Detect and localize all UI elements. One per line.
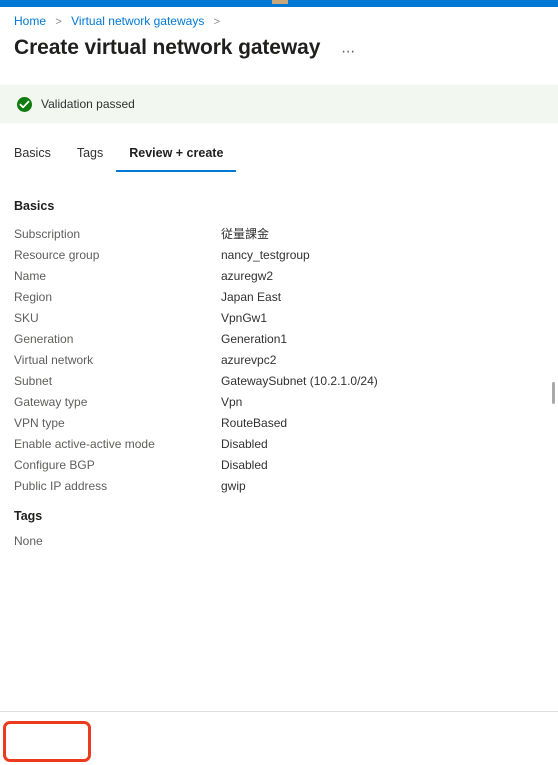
summary-value: Japan East: [221, 289, 282, 304]
summary-row: SKU VpnGw1: [14, 307, 534, 328]
basics-section-heading: Basics: [14, 199, 55, 213]
breadcrumb-item-home[interactable]: Home: [14, 14, 46, 28]
summary-row: Generation Generation1: [14, 328, 534, 349]
summary-key: Subscription: [14, 226, 81, 241]
summary-value: Generation1: [221, 331, 288, 346]
vertical-scrollbar[interactable]: [549, 7, 558, 765]
summary-value: RouteBased: [221, 415, 288, 430]
validation-banner: Validation passed: [0, 85, 558, 123]
summary-key: Region: [14, 289, 53, 304]
breadcrumb-separator-icon-2: >: [213, 16, 221, 28]
summary-value: Vpn: [221, 394, 243, 409]
summary-value: VpnGw1: [221, 310, 268, 325]
summary-row: Virtual network azurevpc2: [14, 349, 534, 370]
top-bar-partial-element: [272, 0, 288, 4]
summary-value: Disabled: [221, 457, 268, 472]
summary-row: Name azuregw2: [14, 265, 534, 286]
check-circle-icon: [17, 96, 32, 112]
more-options-icon[interactable]: ⋯: [337, 42, 360, 60]
summary-row: Resource group nancy_testgroup: [14, 244, 534, 265]
page-title: Create virtual network gateway: [14, 36, 321, 59]
tab-basics[interactable]: Basics: [14, 145, 64, 172]
tags-section-heading: Tags: [14, 509, 43, 523]
summary-row: Configure BGP Disabled: [14, 454, 534, 475]
tab-review-create[interactable]: Review + create: [116, 145, 237, 172]
summary-value: Disabled: [221, 436, 268, 451]
summary-row: VPN type RouteBased: [14, 412, 534, 433]
summary-key: VPN type: [14, 415, 65, 430]
breadcrumb-item-virtual-network-gateways[interactable]: Virtual network gateways: [71, 14, 204, 28]
summary-key: Configure BGP: [14, 457, 95, 472]
validation-message: Validation passed: [41, 97, 135, 111]
summary-row: Enable active-active mode Disabled: [14, 433, 534, 454]
summary-value: 従量課金: [221, 226, 270, 241]
summary-row: Subnet GatewaySubnet (10.2.1.0/24): [14, 370, 534, 391]
summary-row: Public IP address gwip: [14, 475, 534, 496]
tab-tags[interactable]: Tags: [64, 145, 116, 172]
summary-key: Public IP address: [14, 478, 108, 493]
scrollbar-thumb[interactable]: [552, 382, 555, 404]
wizard-footer: Create Previous Next Download a template…: [0, 712, 558, 765]
summary-row: Subscription 従量課金: [14, 223, 534, 244]
summary-key: Gateway type: [14, 394, 88, 409]
summary-value: nancy_testgroup: [221, 247, 310, 262]
summary-value: azuregw2: [221, 268, 274, 283]
summary-row: Region Japan East: [14, 286, 534, 307]
summary-value: azurevpc2: [221, 352, 277, 367]
breadcrumb-separator-icon: >: [55, 16, 62, 28]
tags-value: None: [14, 534, 43, 548]
summary-value: GatewaySubnet (10.2.1.0/24): [221, 373, 378, 388]
summary-key: Generation: [14, 331, 74, 346]
breadcrumb: Home > Virtual network gateways >: [14, 13, 226, 30]
summary-key: Virtual network: [14, 352, 94, 367]
summary-row: Gateway type Vpn: [14, 391, 534, 412]
summary-key: Resource group: [14, 247, 100, 262]
summary-key: SKU: [14, 310, 39, 325]
page-title-row: Create virtual network gateway ⋯: [14, 35, 360, 61]
basics-summary-list: Subscription 従量課金 Resource group nancy_t…: [14, 223, 534, 496]
summary-key: Name: [14, 268, 47, 283]
summary-value: gwip: [221, 478, 246, 493]
summary-key: Enable active-active mode: [14, 436, 155, 451]
summary-key: Subnet: [14, 373, 53, 388]
azure-portal-blade: Home > Virtual network gateways > Create…: [0, 0, 558, 765]
azure-top-chrome-bar: [0, 0, 558, 7]
wizard-tabs: Basics Tags Review + create: [14, 145, 237, 172]
